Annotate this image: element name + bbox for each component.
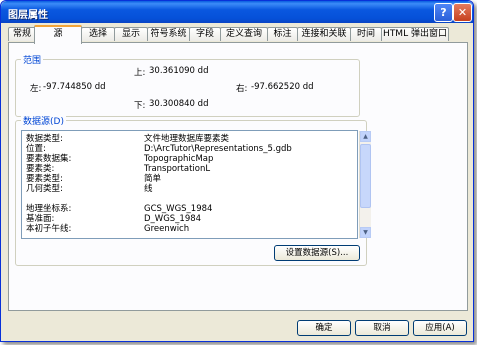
source-tab-panel: 范围 上: 30.361090 dd 左: -97.744850 dd 右: -…	[8, 42, 468, 311]
geometry-type-key: 几何类型:	[26, 184, 63, 194]
gcs-value: GCS_WGS_1984	[144, 204, 213, 214]
extent-group-title: 范围	[21, 53, 44, 66]
close-button[interactable]: ✕	[453, 3, 472, 22]
ok-button[interactable]: 确定	[297, 320, 351, 336]
list-item: 位置: D:\ArcTutor\Representations_5.gdb	[26, 144, 356, 154]
feature-type-value: 简单	[144, 174, 162, 184]
data-type-key: 数据类型:	[26, 134, 63, 144]
tab-symbology[interactable]: 符号系统	[147, 27, 190, 41]
help-button[interactable]: ?	[434, 3, 453, 22]
tab-general[interactable]: 常规	[8, 27, 36, 41]
layer-properties-dialog: 图层属性 ? ✕ 常规 源 选择 显示 符号系统 字段 定义查询 标注 连接和关…	[0, 0, 474, 342]
extent-right-value: -97.662520 dd	[251, 82, 314, 92]
prime-meridian-key: 本初子午线:	[26, 224, 72, 234]
tab-time[interactable]: 时间	[350, 27, 382, 41]
window-title: 图层属性	[8, 10, 48, 21]
list-item: 要素类: TransportationL	[26, 164, 356, 174]
datum-key: 基准面:	[26, 214, 55, 224]
list-item: 本初子午线: Greenwich	[26, 224, 356, 234]
scroll-up-icon[interactable]: ▲	[360, 131, 371, 142]
list-item: 数据类型: 文件地理数据库要素类	[26, 134, 356, 144]
feature-dataset-value: TopographicMap	[144, 154, 214, 164]
tab-definition-query[interactable]: 定义查询	[220, 27, 268, 41]
tab-html-popup[interactable]: HTML 弹出窗口	[381, 27, 449, 41]
list-scrollbar[interactable]: ▲ ▼	[359, 131, 371, 238]
extent-bottom-label: 下:	[134, 101, 146, 111]
scroll-thumb[interactable]	[360, 144, 371, 208]
extent-left-label: 左:	[30, 84, 42, 94]
set-data-source-button[interactable]: 设置数据源(S)...	[274, 245, 360, 261]
title-bar: 图层属性 ? ✕	[1, 1, 473, 23]
tab-source[interactable]: 源	[34, 25, 82, 44]
extent-left-value: -97.744850 dd	[43, 82, 106, 92]
data-type-value: 文件地理数据库要素类	[144, 134, 230, 144]
gcs-key: 地理坐标系:	[26, 204, 72, 214]
tab-selection[interactable]: 选择	[81, 27, 115, 41]
feature-dataset-key: 要素数据集:	[26, 154, 72, 164]
prime-meridian-value: Greenwich	[144, 224, 190, 234]
tab-labels[interactable]: 标注	[267, 27, 298, 41]
location-key: 位置:	[26, 144, 46, 154]
list-item: 要素类型: 简单	[26, 174, 356, 184]
datum-value: D_WGS_1984	[144, 214, 202, 224]
extent-top-label: 上:	[134, 68, 146, 78]
cancel-button[interactable]: 取消	[355, 320, 409, 336]
datasource-group: 数据源(D) 数据类型: 文件地理数据库要素类 位置: D:\ArcTutor\…	[15, 114, 371, 266]
tab-display[interactable]: 显示	[114, 27, 148, 41]
feature-type-key: 要素类型:	[26, 174, 63, 184]
location-value: D:\ArcTutor\Representations_5.gdb	[144, 144, 292, 154]
datasource-group-title: 数据源(D)	[21, 114, 66, 127]
tab-strip: 常规 源 选择 显示 符号系统 字段 定义查询 标注 连接和关联 时间 HTML…	[8, 25, 468, 44]
apply-button[interactable]: 应用(A)	[413, 320, 467, 336]
list-item: 几何类型: 线	[26, 184, 356, 194]
feature-class-value: TransportationL	[144, 164, 211, 174]
list-item: 基准面: D_WGS_1984	[26, 214, 356, 224]
scroll-down-icon[interactable]: ▼	[360, 227, 371, 238]
tab-fields[interactable]: 字段	[189, 27, 221, 41]
extent-bottom-value: 30.300840 dd	[149, 99, 209, 109]
extent-top-value: 30.361090 dd	[149, 66, 209, 76]
feature-class-key: 要素类:	[26, 164, 55, 174]
extent-group: 范围 上: 30.361090 dd 左: -97.744850 dd 右: -…	[15, 53, 360, 117]
geometry-type-value: 线	[144, 184, 153, 194]
list-item: 地理坐标系: GCS_WGS_1984	[26, 204, 356, 214]
extent-right-label: 右:	[236, 84, 248, 94]
list-item: 要素数据集: TopographicMap	[26, 154, 356, 164]
tab-joins-relates[interactable]: 连接和关联	[297, 27, 351, 41]
datasource-info-list[interactable]: 数据类型: 文件地理数据库要素类 位置: D:\ArcTutor\Represe…	[21, 130, 371, 239]
